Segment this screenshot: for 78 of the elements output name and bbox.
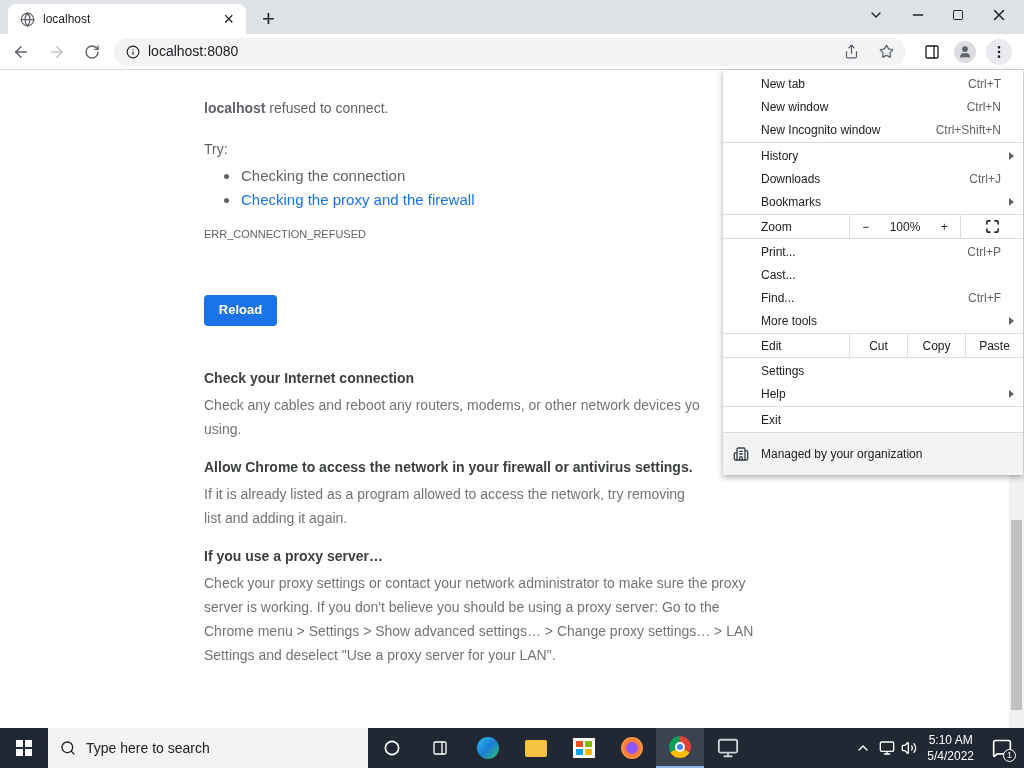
menu-item[interactable]: New Incognito window Ctrl+Shift+N — [723, 118, 1023, 141]
menu-item[interactable]: Downloads Ctrl+J — [723, 167, 1023, 190]
shortcut-label: Ctrl+N — [966, 98, 1001, 116]
search-icon — [60, 740, 76, 756]
volume-icon[interactable] — [901, 740, 918, 756]
edit-action-button[interactable]: Cut — [849, 334, 907, 357]
error-code: ERR_CONNECTION_REFUSED — [204, 227, 366, 242]
menu-item[interactable]: Print... Ctrl+P — [723, 240, 1023, 263]
menu-item[interactable]: Cast... — [723, 263, 1023, 286]
clock-time: 5:10 AM — [928, 732, 973, 748]
taskbar-search-field[interactable]: Type here to search — [48, 728, 368, 768]
try-label: Try: — [204, 140, 228, 159]
browser-tab[interactable]: localhost × — [8, 4, 246, 34]
fullscreen-icon[interactable] — [984, 219, 1000, 234]
suggestion-text: Checking the connection — [241, 165, 406, 186]
menu-item[interactable]: Exit — [723, 408, 1023, 431]
shortcut-label: Ctrl+J — [969, 170, 1001, 188]
submenu-arrow-icon — [1009, 389, 1014, 398]
clock-date: 5/4/2022 — [927, 748, 974, 764]
menu-item[interactable]: New tab Ctrl+T — [723, 72, 1023, 95]
shortcut-label: Ctrl+F — [968, 289, 1001, 307]
close-tab-button[interactable]: × — [223, 10, 234, 28]
menu-item[interactable]: Settings — [723, 359, 1023, 382]
zoom-out-button[interactable]: − — [858, 217, 874, 236]
menu-item[interactable]: Bookmarks — [723, 190, 1023, 213]
profile-avatar[interactable] — [954, 40, 976, 63]
cortana-icon[interactable] — [384, 740, 400, 756]
tab-title: localhost — [43, 11, 92, 28]
zoom-level: 100% — [889, 218, 921, 236]
section-heading: Check your Internet connection — [204, 368, 416, 388]
error-message: localhost refused to connect. — [204, 99, 389, 118]
managed-notice[interactable]: Managed by your organization — [723, 433, 1023, 475]
menu-item[interactable]: Find... Ctrl+F — [723, 286, 1023, 309]
windows-logo-icon — [16, 740, 32, 756]
chrome-taskbar-icon[interactable] — [656, 728, 704, 768]
side-panel-icon[interactable] — [924, 43, 940, 60]
bookmark-star-icon[interactable] — [879, 44, 894, 59]
folder-icon[interactable] — [525, 739, 547, 757]
zoom-in-button[interactable]: + — [936, 217, 952, 236]
menu-label: Zoom — [760, 218, 793, 236]
bullet-icon — [224, 197, 229, 203]
notification-badge: 1 — [1003, 749, 1016, 762]
menu-label: Edit — [760, 337, 783, 355]
shortcut-label: Ctrl+Shift+N — [935, 121, 1001, 139]
submenu-arrow-icon — [1009, 197, 1014, 206]
store-icon[interactable] — [573, 738, 595, 758]
network-icon[interactable] — [879, 740, 896, 756]
suggestion-link[interactable]: Checking the proxy and the firewall — [241, 188, 475, 212]
address-bar[interactable]: localhost:8080 — [114, 37, 906, 66]
restore-icon[interactable] — [952, 9, 964, 21]
reload-button[interactable]: Reload — [204, 294, 277, 326]
menu-item[interactable]: New window Ctrl+N — [723, 95, 1023, 118]
url-text: localhost:8080 — [148, 42, 240, 61]
section-heading: If you use a proxy server… — [204, 546, 384, 566]
section-body: Check any cables and reboot any routers, modems, or other network devices yo using. — [204, 395, 700, 439]
menu-button[interactable] — [986, 38, 1012, 65]
share-icon[interactable] — [844, 44, 859, 59]
edit-action-button[interactable]: Paste — [965, 334, 1023, 357]
submenu-arrow-icon — [1009, 316, 1014, 325]
submenu-arrow-icon — [1009, 151, 1014, 160]
new-tab-button[interactable]: + — [262, 8, 275, 30]
task-view-icon[interactable] — [432, 740, 448, 756]
reload-icon[interactable] — [84, 43, 100, 60]
menu-item[interactable]: Help — [723, 382, 1023, 405]
section-body: Check your proxy settings or contact your network administrator to make sure the proxy server is working. If you don't believe you should be using a proxy server: Go to the Chrome menu > Settings > Show advanced settings… > Change proxy settings… > LAN Settings and deselect "Use a proxy server for your LAN". — [204, 573, 754, 665]
shortcut-label: Ctrl+P — [967, 243, 1001, 261]
menu-item[interactable]: History — [723, 144, 1023, 167]
bullet-icon — [224, 173, 229, 179]
shortcut-label: Ctrl+T — [968, 75, 1001, 93]
section-body: If it is already listed as a program allowed to access the network, try removing list and adding it again. — [204, 484, 686, 528]
edit-action-button[interactable]: Copy — [907, 334, 965, 357]
search-placeholder: Type here to search — [86, 738, 210, 758]
building-icon — [733, 446, 749, 462]
info-icon — [126, 44, 140, 59]
menu-item[interactable]: More tools — [723, 309, 1023, 332]
monitor-app-icon[interactable] — [717, 737, 739, 759]
section-heading: Allow Chrome to access the network in your firewall or antivirus settings. — [204, 457, 693, 477]
globe-icon — [20, 11, 35, 27]
